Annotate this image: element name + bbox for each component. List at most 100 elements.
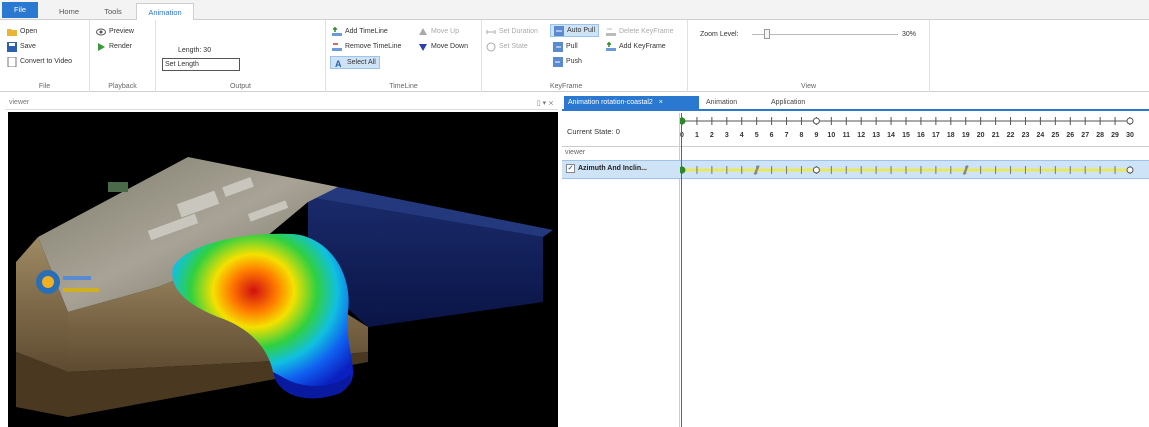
length-label: Length: 30 — [178, 47, 212, 54]
arrow-down-icon — [419, 43, 427, 51]
zoom-slider-thumb[interactable] — [764, 29, 770, 39]
move-up-label: Move Up — [431, 28, 460, 35]
view-group: Zoom Level: 30% View — [688, 20, 930, 92]
pull-button[interactable]: Pull — [553, 40, 578, 53]
preview-label: Preview — [109, 28, 134, 35]
document-tabs: Animation rotation-coastal2 × Animation … — [562, 96, 1149, 111]
push-button[interactable]: Push — [553, 55, 582, 68]
frame-label-6: 6 — [770, 132, 774, 139]
add-timeline-icon — [332, 26, 342, 36]
track-name: Azimuth And Inclin... — [578, 165, 647, 172]
3d-viewport[interactable] — [8, 112, 558, 427]
convert-to-video-button[interactable]: Convert to Video — [7, 55, 72, 68]
folder-icon — [7, 28, 17, 36]
timeline-group: Add TimeLine Remove TimeLine A Select Al… — [326, 20, 482, 92]
frame-label-2: 2 — [710, 132, 714, 139]
frame-label-3: 3 — [725, 132, 729, 139]
ruler-keyframe-marker[interactable] — [1126, 117, 1134, 125]
viewer-title: viewer — [9, 99, 30, 106]
viewer-header: viewer ▯ ▾ ⨯ — [5, 96, 558, 110]
select-all-icon: A — [335, 59, 342, 68]
convert-label: Convert to Video — [20, 58, 73, 65]
tab-animation-panel[interactable]: Animation — [702, 96, 741, 110]
zoom-value: 30% — [902, 31, 917, 38]
frame-label-13: 13 — [872, 132, 880, 139]
render-label: Render — [109, 43, 132, 50]
tab-file[interactable]: File — [2, 2, 38, 18]
move-down-label: Move Down — [431, 43, 468, 50]
select-all-button[interactable]: A Select All — [330, 56, 380, 69]
save-button[interactable]: Save — [7, 40, 36, 53]
track-keyframe[interactable] — [812, 166, 820, 174]
move-down-button[interactable]: Move Down — [418, 40, 468, 53]
remove-timeline-icon — [332, 42, 342, 51]
frame-label-25: 25 — [1051, 132, 1059, 139]
set-state-button[interactable]: Set State — [486, 40, 528, 53]
track-label: ✓ Azimuth And Inclin... — [566, 164, 647, 173]
tab-home[interactable]: Home — [48, 3, 90, 20]
frame-label-18: 18 — [947, 132, 955, 139]
remove-timeline-button[interactable]: Remove TimeLine — [332, 40, 401, 53]
add-timeline-label: Add TimeLine — [345, 28, 388, 35]
tab-animation-rotation-coastal2[interactable]: Animation rotation-coastal2 × — [564, 96, 699, 110]
auto-pull-button[interactable]: Auto Pull — [550, 24, 600, 37]
add-timeline-button[interactable]: Add TimeLine — [332, 25, 388, 38]
current-state-label: Current State: 0 — [567, 127, 620, 136]
frame-label-14: 14 — [887, 132, 895, 139]
set-duration-label: Set Duration — [499, 28, 538, 35]
close-icon[interactable]: × — [659, 99, 663, 106]
frame-label-4: 4 — [740, 132, 744, 139]
zoom-level-label: Zoom Level: — [700, 31, 739, 38]
frame-label-22: 22 — [1007, 132, 1015, 139]
frame-label-30: 30 — [1126, 132, 1134, 139]
frame-label-15: 15 — [902, 132, 910, 139]
frame-label-24: 24 — [1037, 132, 1045, 139]
render-button[interactable]: Render — [96, 40, 132, 53]
remove-timeline-label: Remove TimeLine — [345, 43, 402, 50]
svg-text:A: A — [335, 59, 342, 68]
frame-label-5: 5 — [755, 132, 759, 139]
document-icon — [7, 56, 17, 67]
tab-animation[interactable]: Animation — [136, 3, 194, 21]
set-state-label: Set State — [499, 43, 528, 50]
file-group-label: File — [38, 83, 51, 90]
terrain-scene — [16, 157, 553, 417]
frame-label-12: 12 — [857, 132, 865, 139]
push-icon — [553, 56, 563, 67]
track-checkbox[interactable]: ✓ — [566, 164, 575, 173]
frame-label-11: 11 — [843, 132, 851, 139]
track-keyframe[interactable] — [1126, 166, 1134, 174]
tab-application[interactable]: Application — [767, 96, 809, 110]
ribbon: Open Save Convert to Video File Preview … — [0, 20, 1149, 92]
frame-label-16: 16 — [917, 132, 925, 139]
frame-label-10: 10 — [827, 132, 835, 139]
output-group: Length: 30 Set Length Output — [156, 20, 326, 92]
tab-tools[interactable]: Tools — [96, 3, 130, 20]
frame-label-20: 20 — [977, 132, 985, 139]
delete-keyframe-label: Delete KeyFrame — [619, 28, 674, 35]
add-keyframe-button[interactable]: Add KeyFrame — [606, 40, 666, 53]
set-duration-button[interactable]: Set Duration — [486, 25, 538, 38]
state-icon — [486, 42, 496, 51]
active-tab-label: Animation rotation-coastal2 — [568, 99, 653, 106]
keyframe-group-label: KeyFrame — [550, 83, 583, 90]
duration-icon — [486, 29, 496, 34]
timeline-ruler[interactable]: 0 1 2 3 4 5 6 7 8 9 10 11 12 13 14 15 16 17 18 19 20 21 22 23 24… — [680, 113, 1149, 183]
frame-label-1: 1 — [695, 132, 699, 139]
zoom-slider-track[interactable] — [752, 34, 898, 35]
move-up-button[interactable]: Move Up — [418, 25, 459, 38]
playhead[interactable] — [681, 113, 682, 427]
preview-button[interactable]: Preview — [96, 25, 134, 38]
frame-label-28: 28 — [1096, 132, 1104, 139]
viewer-window-controls[interactable]: ▯ ▾ ⨯ — [537, 99, 554, 107]
timeline-panel: Current State: 0 viewer ✓ Azimuth And In… — [562, 113, 1149, 427]
set-length-input[interactable]: Set Length — [162, 58, 240, 71]
frame-label-27: 27 — [1081, 132, 1089, 139]
push-label: Push — [566, 58, 582, 65]
frame-label-29: 29 — [1111, 132, 1119, 139]
frame-label-23: 23 — [1022, 132, 1030, 139]
eye-icon — [96, 28, 106, 35]
open-button[interactable]: Open — [7, 25, 37, 38]
ruler-keyframe-marker[interactable] — [812, 117, 820, 125]
delete-keyframe-button[interactable]: Delete KeyFrame — [606, 25, 673, 38]
